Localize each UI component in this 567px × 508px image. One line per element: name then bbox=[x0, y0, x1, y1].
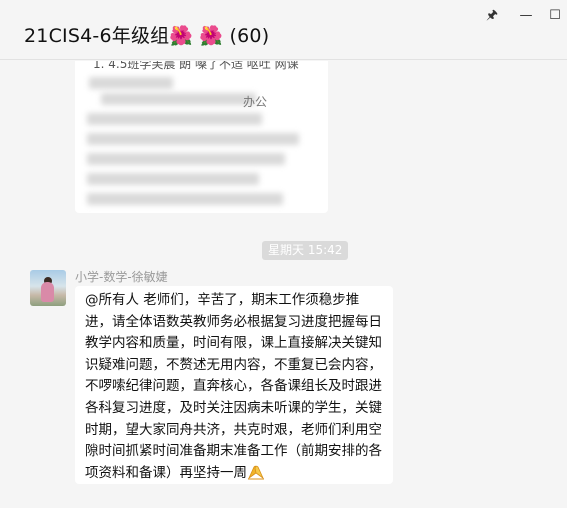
message-body: @所有人 老师们，辛苦了，期末工作须稳步推进，请全体语数英教师务必根据复习进度把… bbox=[85, 292, 382, 481]
minimize-icon[interactable]: — bbox=[514, 6, 538, 26]
maximize-icon[interactable]: ☐ bbox=[543, 6, 567, 26]
chat-window: 21CIS4-6年级组🌺 🌺 (60) 🖈 — ☐ 1. 4.5班学芙晨 朗 嗓… bbox=[0, 0, 567, 508]
blurred-content bbox=[101, 93, 256, 105]
blurred-content bbox=[87, 153, 285, 165]
chat-title: 21CIS4-6年级组🌺 🌺 (60) bbox=[24, 25, 270, 47]
blurred-content bbox=[87, 133, 299, 145]
image-text-fragment: 办公 bbox=[243, 95, 268, 109]
pin-icon[interactable]: 🖈 bbox=[480, 6, 504, 26]
timestamp-divider: 星期天 15:42 bbox=[262, 241, 349, 260]
praying-hands-icon bbox=[248, 465, 264, 480]
sender-name[interactable]: 小学-数学-徐敏婕 bbox=[75, 268, 168, 285]
blurred-content bbox=[87, 113, 262, 125]
sender-avatar[interactable] bbox=[30, 270, 66, 306]
blurred-content bbox=[87, 173, 259, 185]
message-list[interactable]: 1. 4.5班学芙晨 朗 嗓了不适 呕吐 网课 办公 星期天 15:42 小学-… bbox=[0, 61, 567, 508]
image-message[interactable]: 1. 4.5班学芙晨 朗 嗓了不适 呕吐 网课 办公 bbox=[75, 61, 328, 213]
blurred-content bbox=[89, 77, 173, 89]
title-bar: 21CIS4-6年级组🌺 🌺 (60) 🖈 — ☐ bbox=[0, 0, 567, 60]
text-message-bubble[interactable]: @所有人 老师们，辛苦了，期末工作须稳步推进，请全体语数英教师务必根据复习进度把… bbox=[75, 286, 393, 484]
blurred-content bbox=[87, 193, 283, 205]
message-text: @所有人 老师们，辛苦了，期末工作须稳步推进，请全体语数英教师务必根据复习进度把… bbox=[85, 290, 385, 484]
image-text-line: 1. 4.5班学芙晨 朗 嗓了不适 呕吐 网课 bbox=[93, 61, 299, 71]
